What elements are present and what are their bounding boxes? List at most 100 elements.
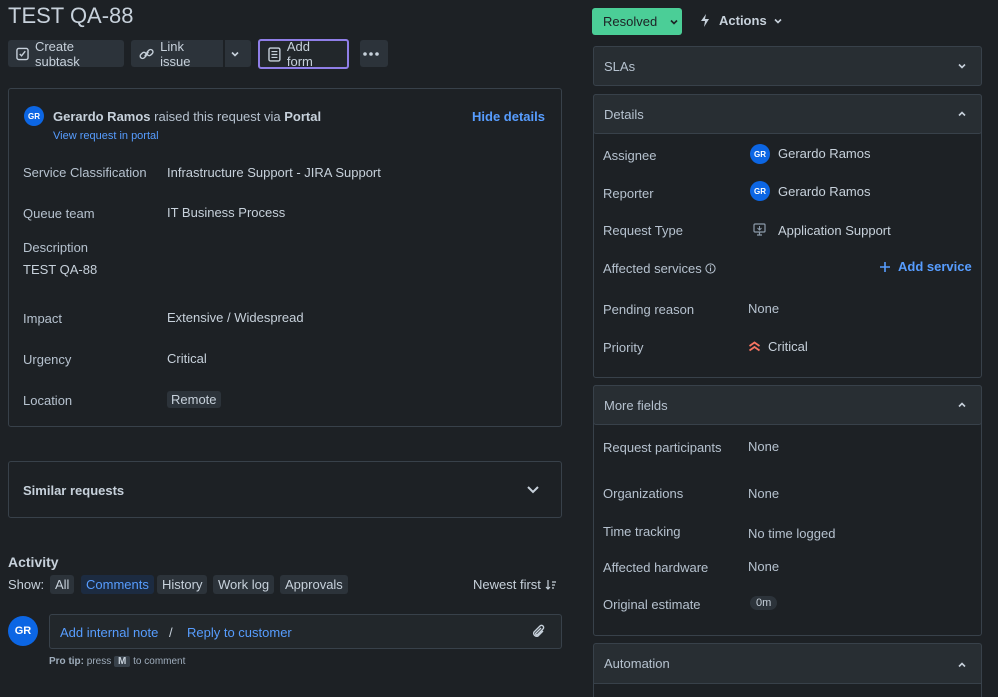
filter-approvals[interactable]: Approvals (280, 575, 348, 594)
details-label-affected-services: Affected services (603, 261, 716, 276)
more-fields-section-header[interactable]: More fields (593, 385, 982, 425)
details-section-header[interactable]: Details (593, 94, 982, 134)
details-label-priority: Priority (603, 340, 644, 355)
lightning-icon (701, 14, 709, 27)
field-value-description[interactable]: TEST QA-88 (23, 262, 97, 277)
details-label: Details (604, 107, 644, 122)
pro-tip-bold: Pro tip: (49, 656, 84, 667)
details-label-reporter: Reporter (603, 186, 654, 201)
reporter-name[interactable]: Gerardo Ramos (53, 109, 151, 124)
status-label: Resolved (603, 14, 658, 29)
automation-label: Automation (604, 656, 670, 671)
link-issue-button[interactable]: Link issue (131, 38, 223, 69)
field-value-queue-team[interactable]: IT Business Process (167, 205, 285, 220)
field-label-urgency: Urgency (23, 352, 72, 367)
create-subtask-button[interactable]: Create subtask (8, 38, 124, 69)
field-value-urgency[interactable]: Critical (167, 351, 207, 366)
sort-label: Newest first (473, 577, 541, 592)
info-icon[interactable] (705, 263, 716, 274)
more-label-organizations: Organizations (603, 486, 684, 501)
reporter-avatar: GR (24, 106, 44, 126)
link-icon (139, 48, 154, 59)
automation-body (593, 683, 982, 697)
channel-name: Portal (284, 109, 322, 124)
raised-text: raised this request via (154, 109, 281, 124)
assignee-avatar: GR (750, 144, 770, 164)
activity-heading: Activity (8, 554, 59, 570)
add-internal-note-link[interactable]: Add internal note (60, 625, 158, 640)
view-in-portal-link[interactable]: View request in portal (53, 130, 159, 142)
field-label-impact: Impact (23, 311, 63, 326)
field-value-location[interactable]: Remote (167, 391, 221, 408)
hide-details-link[interactable]: Hide details (472, 109, 545, 124)
slas-section-header[interactable]: SLAs (593, 46, 982, 86)
comment-separator: / (169, 625, 173, 640)
status-dropdown[interactable]: Resolved (592, 8, 682, 35)
chevron-down-icon (231, 51, 239, 57)
details-value-reporter[interactable]: Gerardo Ramos (778, 184, 870, 199)
add-service-label: Add service (898, 259, 972, 274)
chevron-down-icon (958, 63, 966, 69)
similar-requests-label: Similar requests (23, 483, 125, 498)
actions-label: Actions (719, 13, 767, 28)
plus-icon (880, 261, 890, 272)
more-label-request-participants: Request participants (603, 440, 722, 455)
field-label-description: Description (23, 240, 89, 255)
pro-tip-press: press (86, 656, 112, 667)
more-icon (363, 51, 379, 56)
more-value-original-estimate[interactable]: 0m (750, 596, 778, 610)
form-icon (268, 46, 281, 62)
details-label-pending-reason: Pending reason (603, 302, 695, 317)
field-label-queue-team: Queue team (23, 206, 95, 221)
more-actions-button[interactable] (360, 40, 388, 67)
filter-history[interactable]: History (157, 575, 208, 594)
more-fields-label: More fields (604, 398, 668, 413)
raised-line: Gerardo Ramos raised this request via Po… (53, 109, 321, 124)
field-label-service-classification: Service Classification (23, 165, 147, 180)
pro-tip-end: to comment (133, 656, 186, 667)
add-form-label: Add form (286, 39, 313, 69)
more-label-time-tracking: Time tracking (603, 524, 681, 539)
chevron-down-icon (774, 18, 782, 24)
monitor-icon (753, 223, 766, 236)
add-service-button[interactable]: Add service (879, 259, 972, 274)
filter-work-log[interactable]: Work log (213, 575, 275, 594)
attachment-icon[interactable] (531, 623, 547, 641)
field-value-impact[interactable]: Extensive / Widespread (167, 310, 304, 325)
affected-services-text: Affected services (603, 261, 702, 276)
more-value-organizations[interactable]: None (748, 486, 779, 501)
details-value-pending-reason[interactable]: None (748, 301, 779, 316)
pro-tip: Pro tip: press M to comment (49, 656, 185, 667)
more-label-affected-hardware: Affected hardware (603, 560, 709, 575)
chevron-up-icon (958, 111, 966, 117)
show-label: Show: (8, 577, 45, 592)
more-value-time-tracking[interactable]: No time logged (748, 526, 835, 541)
link-issue-dropdown[interactable] (225, 40, 251, 67)
slas-label: SLAs (604, 59, 636, 74)
field-label-location: Location (23, 393, 73, 408)
link-issue-label: Link issue (160, 38, 191, 69)
sort-icon (545, 580, 556, 590)
more-label-original-estimate: Original estimate (603, 597, 701, 612)
more-value-request-participants[interactable]: None (748, 439, 779, 454)
reply-to-customer-link[interactable]: Reply to customer (187, 625, 292, 640)
reporter-side-avatar: GR (750, 181, 770, 201)
details-value-priority[interactable]: Critical (768, 339, 808, 354)
field-value-service-classification[interactable]: Infrastructure Support - JIRA Support (167, 165, 381, 180)
chevron-down-icon (670, 19, 678, 25)
details-value-assignee[interactable]: Gerardo Ramos (778, 146, 870, 161)
actions-dropdown[interactable]: Actions (699, 13, 783, 28)
sort-toggle[interactable]: Newest first (473, 577, 557, 592)
create-subtask-label: Create subtask (34, 38, 80, 69)
add-form-button[interactable]: Add form (258, 39, 349, 69)
more-value-affected-hardware[interactable]: None (748, 559, 779, 574)
details-value-request-type[interactable]: Application Support (778, 223, 891, 238)
chevron-up-icon (958, 662, 966, 668)
chevron-down-icon[interactable] (526, 485, 540, 495)
priority-critical-icon (748, 341, 761, 352)
filter-comments[interactable]: Comments (81, 575, 154, 594)
filter-all[interactable]: All (50, 575, 75, 594)
page-title: TEST QA-88 (8, 3, 134, 28)
pro-tip-key: M (114, 656, 131, 667)
details-label-assignee: Assignee (603, 148, 657, 163)
